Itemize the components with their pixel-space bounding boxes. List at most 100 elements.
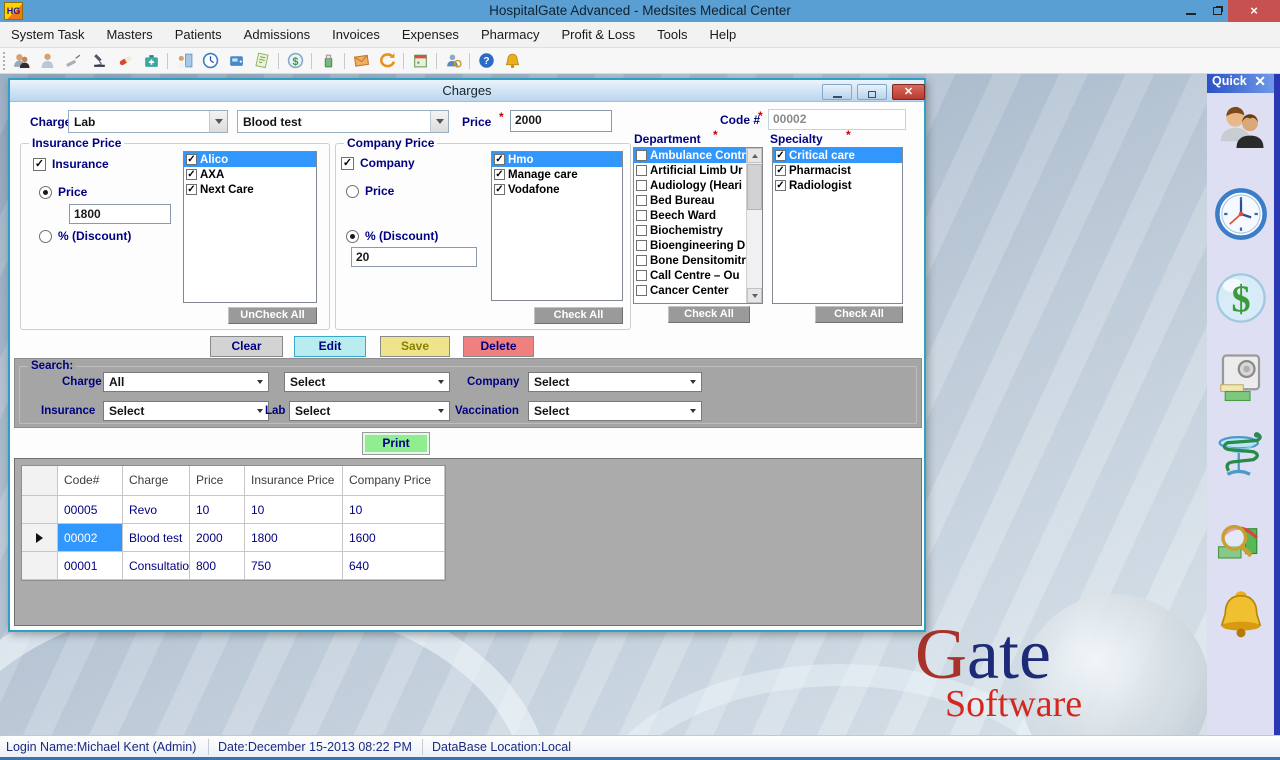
pharmacy-icon[interactable] (1213, 424, 1269, 484)
checked-checkbox-icon[interactable] (186, 154, 197, 165)
company-list[interactable]: Hmo Manage care Vodafone (491, 151, 623, 301)
price-input[interactable]: 2000 (510, 110, 612, 132)
unchecked-checkbox-icon[interactable] (636, 270, 647, 281)
table-cell[interactable]: 10 (245, 496, 343, 524)
column-header[interactable]: Insurance Price (245, 466, 343, 496)
scrollbar-thumb[interactable] (747, 164, 762, 210)
mail-icon[interactable] (348, 50, 374, 72)
checked-checkbox-icon[interactable] (775, 180, 786, 191)
row-selector[interactable] (22, 552, 58, 580)
medical-bag-icon[interactable] (138, 50, 164, 72)
search-insurance-select[interactable]: Select (103, 401, 269, 421)
table-cell[interactable]: 640 (343, 552, 445, 580)
checked-checkbox-icon[interactable] (186, 169, 197, 180)
table-cell[interactable]: Revo (123, 496, 190, 524)
department-check-all-button[interactable]: Check All (668, 306, 750, 323)
scroll-up-icon[interactable] (747, 148, 762, 163)
patients-icon[interactable] (1213, 100, 1269, 160)
menu-pharmacy[interactable]: Pharmacy (470, 27, 551, 42)
edit-button[interactable]: Edit (294, 336, 366, 357)
list-item[interactable]: Call Centre – Ou (634, 268, 747, 283)
table-cell[interactable]: 00005 (58, 496, 123, 524)
unchecked-checkbox-icon[interactable] (636, 240, 647, 251)
menu-tools[interactable]: Tools (646, 27, 698, 42)
insurance-list[interactable]: Alico AXA Next Care (183, 151, 317, 303)
search-vaccination-select[interactable]: Select (528, 401, 702, 421)
checked-checkbox-icon[interactable] (186, 184, 197, 195)
list-item[interactable]: Alico (184, 152, 316, 167)
insurance-uncheck-all-button[interactable]: UnCheck All (228, 307, 317, 324)
column-header[interactable]: Charge (123, 466, 190, 496)
search-charge-select[interactable]: All (103, 372, 269, 392)
menu-patients[interactable]: Patients (164, 27, 233, 42)
checked-checkbox-icon[interactable] (494, 184, 505, 195)
checked-checkbox-icon[interactable] (494, 169, 505, 180)
unchecked-checkbox-icon[interactable] (636, 255, 647, 266)
medicine-icon[interactable] (315, 50, 341, 72)
selected-table-cell[interactable]: 00002 (58, 524, 123, 552)
menu-expenses[interactable]: Expenses (391, 27, 470, 42)
charge-item-select[interactable]: Blood test (237, 110, 449, 133)
unchecked-checkbox-icon[interactable] (636, 195, 647, 206)
specialty-check-all-button[interactable]: Check All (815, 306, 903, 323)
help-icon[interactable]: ? (473, 50, 499, 72)
restore-button[interactable] (1204, 0, 1230, 22)
department-list[interactable]: Ambulance Contr Artificial Limb Ur Audio… (633, 147, 763, 304)
chevron-down-icon[interactable] (430, 111, 448, 132)
insurance-price-radio[interactable] (39, 186, 52, 199)
chevron-down-icon[interactable] (252, 373, 268, 391)
unchecked-checkbox-icon[interactable] (636, 210, 647, 221)
patients-icon[interactable] (8, 50, 34, 72)
microscope-icon[interactable] (86, 50, 112, 72)
code-input[interactable]: 00002 (768, 109, 906, 130)
list-item[interactable]: Next Care (184, 182, 316, 197)
list-item[interactable]: Biochemistry (634, 223, 747, 238)
unchecked-checkbox-icon[interactable] (636, 150, 647, 161)
list-item[interactable]: Bone Densitomitr (634, 253, 747, 268)
menu-admissions[interactable]: Admissions (233, 27, 321, 42)
table-cell[interactable]: 1600 (343, 524, 445, 552)
menu-help[interactable]: Help (699, 27, 748, 42)
menu-system-task[interactable]: System Task (0, 27, 95, 42)
menu-profit-loss[interactable]: Profit & Loss (550, 27, 646, 42)
list-item[interactable]: Manage care (492, 167, 622, 182)
phone-icon[interactable] (223, 50, 249, 72)
search-charge-item-select[interactable]: Select (284, 372, 450, 392)
list-item[interactable]: Vodafone (492, 182, 622, 197)
dollar-coin-icon[interactable]: $ (282, 50, 308, 72)
quick-close-icon[interactable]: ✕ (1254, 73, 1266, 90)
department-scrollbar[interactable] (746, 148, 762, 303)
unchecked-checkbox-icon[interactable] (636, 225, 647, 236)
unchecked-checkbox-icon[interactable] (636, 285, 647, 296)
list-item[interactable]: Radiologist (773, 178, 902, 193)
table-cell[interactable]: 750 (245, 552, 343, 580)
delete-button[interactable]: Delete (463, 336, 534, 357)
insurance-price-input[interactable]: 1800 (69, 204, 171, 224)
invoice-icon[interactable] (249, 50, 275, 72)
row-selector[interactable] (22, 496, 58, 524)
patient-icon[interactable] (34, 50, 60, 72)
chevron-down-icon[interactable] (685, 402, 701, 420)
doctor-icon[interactable] (171, 50, 197, 72)
chevron-down-icon[interactable] (685, 373, 701, 391)
undo-icon[interactable] (374, 50, 400, 72)
bell-icon[interactable] (499, 50, 525, 72)
list-item[interactable]: Cancer Center (634, 283, 747, 298)
table-cell[interactable]: 2000 (190, 524, 245, 552)
company-checkbox[interactable] (341, 157, 354, 170)
list-item[interactable]: Critical care (773, 148, 902, 163)
company-price-radio[interactable] (346, 185, 359, 198)
clock-icon[interactable] (197, 50, 223, 72)
clear-button[interactable]: Clear (210, 336, 283, 357)
insurance-checkbox[interactable] (33, 158, 46, 171)
checked-checkbox-icon[interactable] (775, 150, 786, 161)
billing-icon[interactable]: $ (1213, 268, 1269, 328)
chevron-down-icon[interactable] (209, 111, 227, 132)
chevron-down-icon[interactable] (433, 402, 449, 420)
search-company-select[interactable]: Select (528, 372, 702, 392)
menu-masters[interactable]: Masters (95, 27, 163, 42)
company-discount-radio[interactable] (346, 230, 359, 243)
table-cell[interactable]: 800 (190, 552, 245, 580)
company-check-all-button[interactable]: Check All (534, 307, 623, 324)
insurance-discount-radio[interactable] (39, 230, 52, 243)
